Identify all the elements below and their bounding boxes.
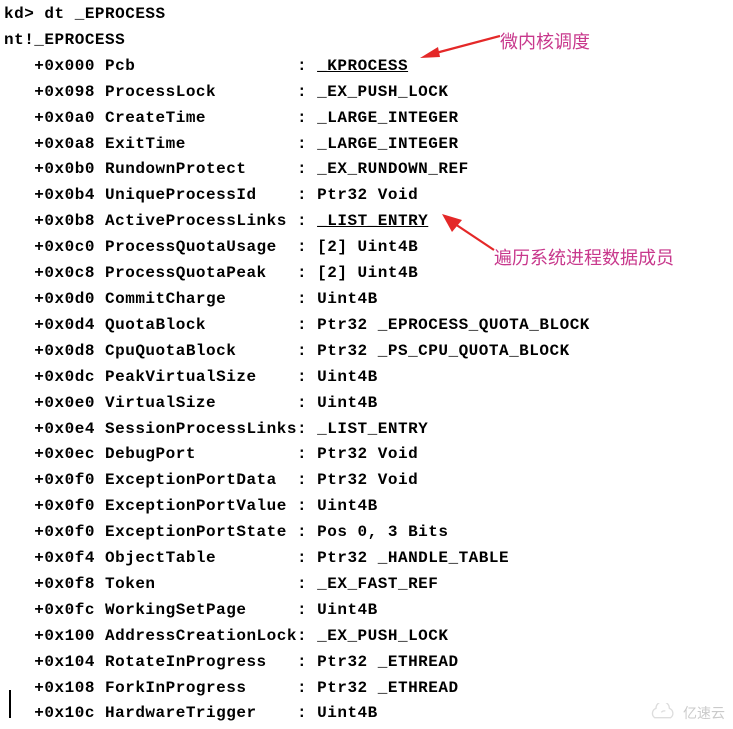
- field-row: +0x0e0 VirtualSize : Uint4B: [4, 391, 729, 417]
- watermark: 亿速云: [645, 703, 725, 723]
- field-row: +0x0a8 ExitTime : _LARGE_INTEGER: [4, 132, 729, 158]
- caret-bar: [9, 690, 11, 718]
- annotation-listentry: 遍历系统进程数据成员: [494, 244, 674, 270]
- prompt-line: kd> dt _EPROCESS: [4, 2, 729, 28]
- field-row: +0x0f4 ObjectTable : Ptr32 _HANDLE_TABLE: [4, 546, 729, 572]
- field-row: +0x0ec DebugPort : Ptr32 Void: [4, 442, 729, 468]
- field-row: +0x0d0 CommitCharge : Uint4B: [4, 287, 729, 313]
- cloud-icon: [645, 703, 679, 723]
- field-row: +0x0f8 Token : _EX_FAST_REF: [4, 572, 729, 598]
- field-row: +0x098 ProcessLock : _EX_PUSH_LOCK: [4, 80, 729, 106]
- annotation-kprocess: 微内核调度: [500, 28, 590, 54]
- field-row: +0x0d4 QuotaBlock : Ptr32 _EPROCESS_QUOT…: [4, 313, 729, 339]
- field-row: +0x0b8 ActiveProcessLinks : _LIST_ENTRY: [4, 209, 729, 235]
- field-row: +0x10c HardwareTrigger : Uint4B: [4, 701, 729, 727]
- field-row: +0x108 ForkInProgress : Ptr32 _ETHREAD: [4, 676, 729, 702]
- field-row: +0x0a0 CreateTime : _LARGE_INTEGER: [4, 106, 729, 132]
- struct-header: nt!_EPROCESS: [4, 28, 729, 54]
- field-row: +0x0fc WorkingSetPage : Uint4B: [4, 598, 729, 624]
- field-row: +0x0f0 ExceptionPortData : Ptr32 Void: [4, 468, 729, 494]
- field-row: +0x0d8 CpuQuotaBlock : Ptr32 _PS_CPU_QUO…: [4, 339, 729, 365]
- field-row: +0x000 Pcb : _KPROCESS: [4, 54, 729, 80]
- field-row: +0x0dc PeakVirtualSize : Uint4B: [4, 365, 729, 391]
- field-list: +0x000 Pcb : _KPROCESS +0x098 ProcessLoc…: [4, 54, 729, 728]
- field-row: +0x0e4 SessionProcessLinks: _LIST_ENTRY: [4, 417, 729, 443]
- field-row: +0x0b4 UniqueProcessId : Ptr32 Void: [4, 183, 729, 209]
- arrow-icon: [418, 32, 500, 62]
- field-row: +0x0f0 ExceptionPortState : Pos 0, 3 Bit…: [4, 520, 729, 546]
- field-row: +0x0b0 RundownProtect : _EX_RUNDOWN_REF: [4, 157, 729, 183]
- field-row: +0x104 RotateInProgress : Ptr32 _ETHREAD: [4, 650, 729, 676]
- arrow-icon: [440, 212, 498, 254]
- field-row: +0x0f0 ExceptionPortValue : Uint4B: [4, 494, 729, 520]
- field-row: +0x100 AddressCreationLock: _EX_PUSH_LOC…: [4, 624, 729, 650]
